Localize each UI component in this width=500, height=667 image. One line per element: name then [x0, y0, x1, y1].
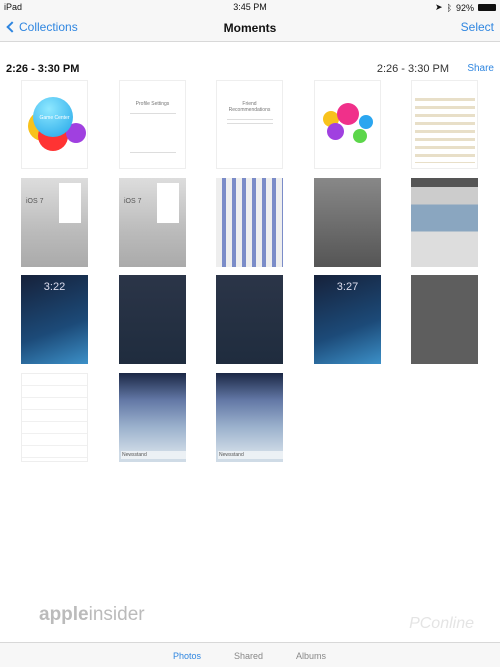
photo-thumbnail[interactable]: 3:22: [21, 275, 88, 364]
ios7-label: iOS 7: [124, 198, 142, 205]
select-button[interactable]: Select: [461, 20, 494, 34]
location-icon: ➤: [435, 2, 443, 12]
moment-header: 2:26 - 3:30 PM 2:26 - 3:30 PM Share: [0, 63, 500, 77]
game-center-label: Game Center: [39, 115, 70, 121]
photo-thumbnail[interactable]: [314, 80, 381, 169]
photo-thumbnail[interactable]: [119, 275, 186, 364]
battery-percent: 92%: [455, 2, 474, 13]
newsstand-label: Newsstand: [218, 451, 283, 459]
ios7-label: iOS 7: [26, 198, 44, 205]
photo-thumbnail[interactable]: [411, 275, 478, 364]
moment-range: 2:26 - 3:30 PM: [376, 63, 449, 75]
photo-thumbnail[interactable]: [314, 178, 381, 267]
bluetooth-icon: ᛒ: [446, 2, 452, 13]
photo-thumbnail[interactable]: [411, 80, 478, 169]
tab-bar: Photos Shared Albums: [0, 642, 500, 667]
photo-thumbnail[interactable]: [21, 373, 88, 462]
photo-thumbnail[interactable]: [216, 275, 283, 364]
photo-thumbnail[interactable]: Profile Settings: [119, 80, 186, 169]
moment-title: 2:26 - 3:30 PM: [6, 63, 80, 75]
battery-icon: [478, 4, 496, 11]
photo-thumbnail[interactable]: Newsstand: [216, 373, 283, 462]
navigation-bar: Collections Moments Select: [0, 14, 500, 42]
share-button[interactable]: Share: [467, 63, 494, 74]
photo-thumbnail[interactable]: 3:27: [314, 275, 381, 364]
lock-time: 3:27: [336, 281, 359, 293]
status-bar: iPad 3:45 PM ➤ ᛒ 92%: [0, 0, 500, 14]
clock: 3:45 PM: [233, 2, 267, 12]
photo-thumbnail[interactable]: Game Center: [21, 80, 88, 169]
photo-thumbnail[interactable]: iOS 7: [119, 178, 186, 267]
photo-thumbnail[interactable]: [216, 178, 283, 267]
friend-recommendations-label: Friend Recommendations: [228, 101, 271, 113]
tab-albums[interactable]: Albums: [296, 651, 326, 661]
lock-time: 3:22: [43, 281, 66, 293]
photo-thumbnail[interactable]: iOS 7: [21, 178, 88, 267]
appleinsider-watermark: appleinsider: [39, 604, 145, 625]
photo-thumbnail[interactable]: Friend Recommendations: [216, 80, 283, 169]
photo-thumbnail[interactable]: Newsstand: [119, 373, 186, 462]
status-right: ➤ ᛒ 92%: [435, 2, 496, 13]
page-title: Moments: [223, 21, 277, 35]
tab-photos[interactable]: Photos: [173, 651, 201, 661]
pconline-watermark: PConline: [409, 615, 474, 632]
tab-shared[interactable]: Shared: [234, 651, 263, 661]
profile-settings-label: Profile Settings: [135, 101, 170, 107]
photo-thumbnail[interactable]: [411, 178, 478, 267]
newsstand-label: Newsstand: [121, 451, 186, 459]
